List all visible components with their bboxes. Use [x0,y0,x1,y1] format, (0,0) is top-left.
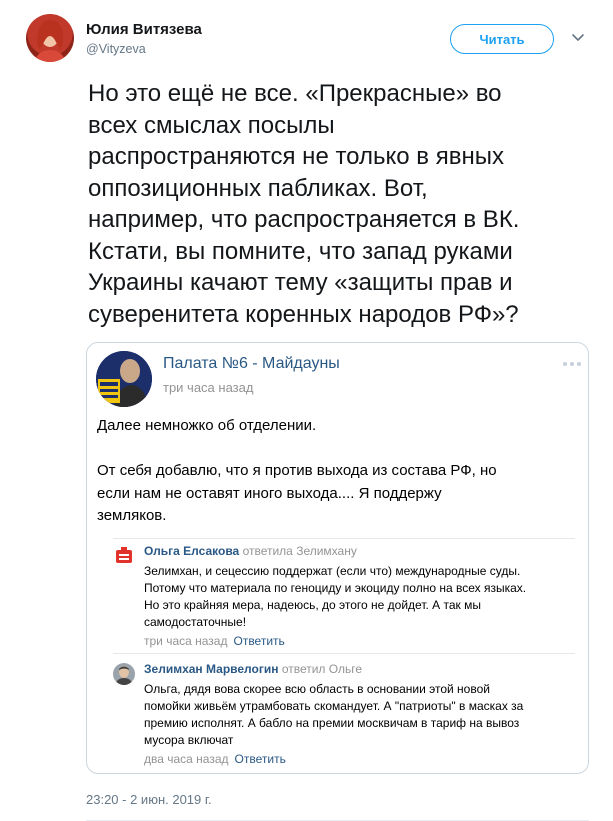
group-logo-icon [96,351,152,407]
comment-divider [113,653,575,654]
author-avatar[interactable] [26,14,74,62]
comment-meta: три часа назад Ответить [144,634,285,648]
commenter-avatar[interactable] [113,663,135,685]
embedded-screenshot-card[interactable]: Палата №6 - Майдауны три часа назад Дале… [86,342,589,774]
post-text: Далее немножко об отделении. От себя доб… [97,417,497,524]
comment-time: три часа назад [144,634,228,648]
commenter-avatar[interactable] [113,545,135,567]
comment-author[interactable]: Ольга Елсакова [144,544,239,558]
chevron-down-icon[interactable] [571,30,585,44]
comment-text: Ольга, дядя вова скорее всю область в ос… [144,682,524,747]
comment-action: ответил Ольге [281,662,363,676]
comment-author[interactable]: Зелимхан Марвелогин [144,662,278,676]
profile-photo-icon [34,20,66,62]
tweet: Юлия Витязева @Vityzeva Читать Но это ещ… [0,0,613,821]
comment-text: Зелимхан, и сецессию поддержат (если что… [144,564,527,629]
comment-author-line: Ольга Елсакова ответила Зелимхану [144,544,357,558]
author-handle[interactable]: @Vityzeva [86,42,146,56]
tweet-text: Но это ещё не все. «Прекрасные» во всех … [88,80,520,328]
commenter-logo-icon [113,545,135,567]
tweet-timestamp[interactable]: 23:20 - 2 июн. 2019 г. [86,792,212,807]
reply-link[interactable]: Ответить [235,752,286,766]
post-time: три часа назад [163,380,254,395]
group-avatar[interactable] [96,351,152,407]
comment-author-line: Зелимхан Марвелогин ответил Ольге [144,662,362,676]
comment-meta: два часа назад Ответить [144,752,286,766]
follow-button[interactable]: Читать [450,24,554,54]
group-name[interactable]: Палата №6 - Майдауны [163,355,340,373]
author-name[interactable]: Юлия Витязева [86,21,202,38]
comments-divider [113,538,575,539]
comment-time: два часа назад [144,752,229,766]
reply-link[interactable]: Ответить [233,634,284,648]
comment-action: ответила Зелимхану [242,544,357,558]
more-options-icon[interactable] [562,361,582,367]
commenter-photo-icon [113,663,135,685]
